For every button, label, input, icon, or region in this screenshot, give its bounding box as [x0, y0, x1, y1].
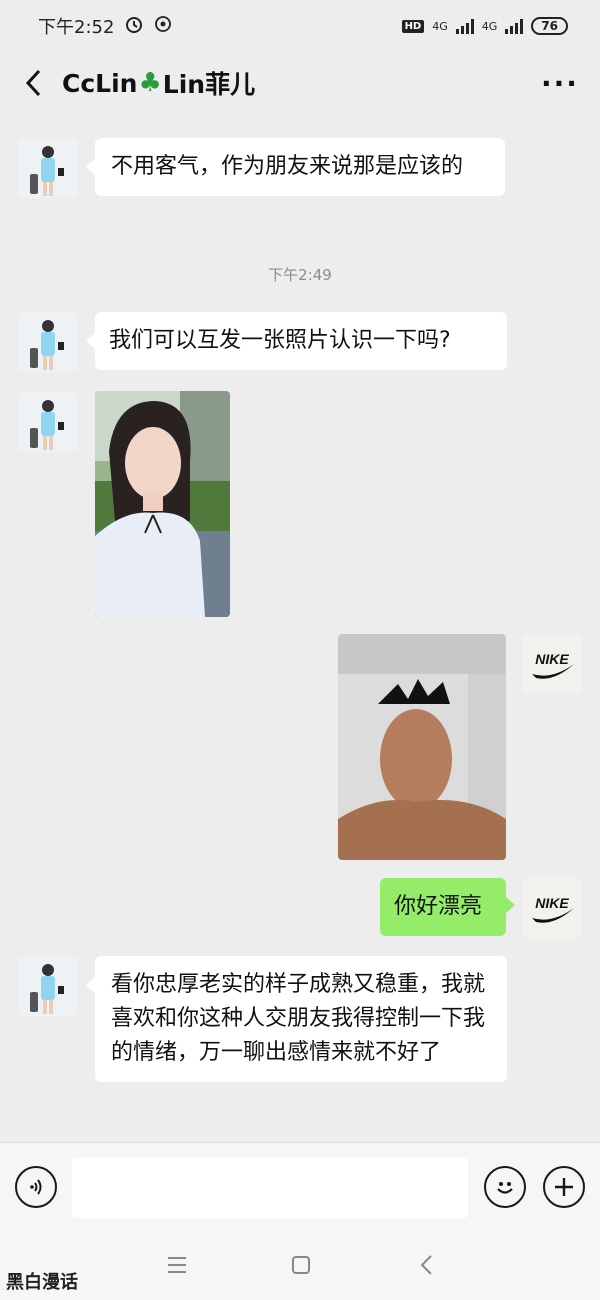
- contact-avatar[interactable]: [18, 312, 78, 372]
- contact-avatar[interactable]: [18, 138, 78, 198]
- incoming-photo[interactable]: [95, 391, 230, 617]
- message-bubble-incoming[interactable]: 看你忠厚老实的样子成熟又稳重，我就喜欢和你这种人交朋友我得控制一下我的情绪，万一…: [86, 956, 507, 1082]
- clover-emoji-icon: ♣: [138, 68, 162, 98]
- voice-button[interactable]: [15, 1166, 57, 1208]
- status-time: 下午2:52: [38, 17, 115, 38]
- signal-icon-2: [505, 18, 524, 34]
- status-bar: 下午2:52 HD 4G 4G 76: [0, 0, 600, 52]
- chat-header: CcLin ♣ Lin菲儿 ···: [0, 52, 600, 114]
- contact-avatar[interactable]: [18, 392, 78, 452]
- menu-button[interactable]: [164, 1252, 190, 1278]
- nav-back-icon: [420, 1255, 432, 1275]
- system-back-button[interactable]: [414, 1252, 440, 1278]
- network-label-2: 4G: [481, 19, 498, 33]
- message-text: 不用客气，作为朋友来说那是应该的: [111, 154, 464, 179]
- menu-icon: [168, 1257, 186, 1273]
- message-text: 看你忠厚老实的样子成熟又稳重，我就喜欢和你这种人交朋友我得控制一下我的情绪，万一…: [111, 972, 486, 1065]
- plus-button[interactable]: [543, 1166, 585, 1208]
- plus-icon: [555, 1178, 573, 1196]
- home-button[interactable]: [288, 1252, 314, 1278]
- message-bubble-incoming[interactable]: 不用客气，作为朋友来说那是应该的: [86, 138, 505, 196]
- battery-indicator: 76: [531, 17, 568, 35]
- self-avatar[interactable]: NIKE: [522, 634, 582, 694]
- chat-title-part1: CcLin: [62, 68, 138, 98]
- more-button[interactable]: ···: [538, 63, 582, 103]
- alarm-icon: [124, 14, 144, 39]
- chat-title: CcLin ♣ Lin菲儿: [62, 65, 255, 101]
- self-avatar[interactable]: NIKE: [522, 878, 582, 938]
- message-input[interactable]: [72, 1158, 468, 1218]
- input-bar: [0, 1142, 600, 1232]
- hd-badge: HD: [401, 19, 425, 33]
- voice-icon: [30, 1179, 42, 1195]
- message-bubble-incoming[interactable]: 我们可以互发一张照片认识一下吗?: [86, 312, 507, 370]
- home-icon: [292, 1256, 310, 1274]
- more-icon: ···: [541, 66, 579, 100]
- emoji-icon: [497, 1182, 513, 1194]
- signal-icon: [455, 18, 474, 34]
- message-bubble-outgoing[interactable]: 你好漂亮: [380, 878, 515, 936]
- watermark: 黑白漫话: [6, 1272, 78, 1293]
- network-label-1: 4G: [432, 19, 448, 33]
- back-icon: [25, 69, 41, 97]
- emoji-button[interactable]: [484, 1166, 526, 1208]
- contact-avatar[interactable]: [18, 956, 78, 1016]
- nike-logo-text: NIKE: [535, 651, 569, 667]
- app-notify-icon: [154, 15, 172, 38]
- chat-title-part2: Lin菲儿: [162, 70, 256, 99]
- message-timestamp: 下午2:49: [268, 266, 332, 284]
- system-nav-bar: [0, 1232, 600, 1300]
- nike-logo-text: NIKE: [535, 895, 569, 911]
- outgoing-photo[interactable]: [338, 634, 506, 860]
- back-button[interactable]: [18, 63, 48, 103]
- message-text: 你好漂亮: [394, 894, 483, 919]
- message-text: 我们可以互发一张照片认识一下吗?: [109, 328, 451, 353]
